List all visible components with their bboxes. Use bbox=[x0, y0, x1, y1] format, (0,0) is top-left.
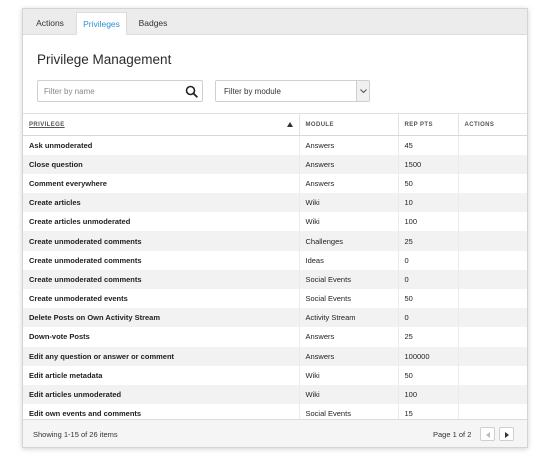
privileges-table: PRIVILEGE MODULE REP PTS ACTIONS Ask unm… bbox=[23, 113, 527, 424]
table-row[interactable]: Create unmoderated events Social Events 50 bbox=[23, 289, 527, 309]
table-body: Ask unmoderated Answers 45 Close question An… bbox=[23, 135, 527, 424]
privilege-cell: Create unmoderated comments bbox=[23, 250, 300, 270]
chevron-right-icon bbox=[505, 432, 509, 438]
privilege-cell: Close question bbox=[23, 154, 300, 174]
module-cell: Answers bbox=[299, 327, 399, 347]
column-header-privilege-label: PRIVILEGE bbox=[29, 121, 65, 128]
rep-pts-cell: 100000 bbox=[398, 346, 459, 366]
column-header-module[interactable]: MODULE bbox=[299, 113, 399, 136]
rep-pts-cell: 1500 bbox=[398, 154, 459, 174]
table-row[interactable]: Ask unmoderated Answers 45 bbox=[23, 135, 527, 155]
rep-pts-cell: 0 bbox=[398, 250, 459, 270]
rep-pts-cell: 10 bbox=[398, 193, 459, 213]
rep-pts-cell: 0 bbox=[398, 269, 459, 289]
table-row[interactable]: Comment everywhere Answers 50 bbox=[23, 173, 527, 194]
module-cell: Answers bbox=[299, 154, 399, 174]
actions-cell bbox=[458, 154, 527, 174]
privilege-cell: Edit article metadata bbox=[23, 365, 300, 385]
table-row[interactable]: Down-vote Posts Answers 25 bbox=[23, 327, 527, 347]
table-row[interactable]: Create unmoderated comments Ideas 0 bbox=[23, 250, 527, 270]
tab-privileges[interactable]: Privileges bbox=[76, 12, 127, 35]
privilege-cell: Create articles unmoderated bbox=[23, 212, 300, 232]
page-title: Privilege Management bbox=[37, 52, 172, 67]
actions-cell bbox=[458, 251, 527, 270]
module-cell: Social Events bbox=[299, 289, 399, 309]
search-icon[interactable] bbox=[185, 85, 198, 98]
actions-cell bbox=[458, 269, 527, 289]
module-cell: Wiki bbox=[299, 212, 399, 232]
rep-pts-cell: 100 bbox=[398, 384, 459, 405]
table-header-row: PRIVILEGE MODULE REP PTS ACTIONS bbox=[23, 113, 527, 136]
module-cell: Ideas bbox=[299, 250, 399, 270]
actions-cell bbox=[458, 308, 527, 328]
actions-cell bbox=[458, 289, 527, 308]
column-header-rep-pts[interactable]: REP PTS bbox=[398, 113, 459, 136]
sort-ascending-icon[interactable] bbox=[286, 122, 293, 127]
privilege-cell: Edit articles unmoderated bbox=[23, 384, 300, 405]
next-page-button[interactable] bbox=[499, 427, 514, 441]
table-row[interactable]: Create articles unmoderated Wiki 100 bbox=[23, 212, 527, 232]
module-cell: Wiki bbox=[299, 384, 399, 405]
rep-pts-cell: 25 bbox=[398, 231, 459, 251]
privilege-cell: Edit any question or answer or comment bbox=[23, 346, 300, 366]
module-cell: Challenges bbox=[299, 231, 399, 251]
actions-cell bbox=[458, 136, 527, 155]
actions-cell bbox=[458, 174, 527, 193]
column-header-privilege[interactable]: PRIVILEGE bbox=[23, 113, 300, 136]
actions-cell bbox=[458, 212, 527, 231]
module-cell: Answers bbox=[299, 346, 399, 366]
actions-cell bbox=[458, 366, 527, 385]
privilege-cell: Create unmoderated comments bbox=[23, 231, 300, 251]
module-cell: Answers bbox=[299, 173, 399, 194]
module-select-value: Filter by module bbox=[224, 87, 281, 96]
table-row[interactable]: Close question Answers 1500 bbox=[23, 154, 527, 174]
rep-pts-cell: 45 bbox=[398, 135, 459, 155]
rep-pts-cell: 100 bbox=[398, 212, 459, 232]
privileges-panel: Privilege Management Filter by module bbox=[23, 35, 527, 447]
column-header-actions: ACTIONS bbox=[458, 113, 527, 136]
privilege-cell: Delete Posts on Own Activity Stream bbox=[23, 308, 300, 328]
privilege-cell: Create unmoderated events bbox=[23, 289, 300, 309]
rep-pts-cell: 50 bbox=[398, 173, 459, 194]
module-cell: Wiki bbox=[299, 365, 399, 385]
table-row[interactable]: Edit any question or answer or comment An… bbox=[23, 346, 527, 366]
table-row[interactable]: Create unmoderated comments Social Events… bbox=[23, 269, 527, 289]
privilege-cell: Create articles bbox=[23, 193, 300, 213]
privilege-cell: Create unmoderated comments bbox=[23, 269, 300, 289]
items-count: Showing 1-15 of 26 items bbox=[33, 430, 118, 439]
rep-pts-cell: 50 bbox=[398, 365, 459, 385]
actions-cell bbox=[458, 384, 527, 405]
privilege-cell: Down-vote Posts bbox=[23, 327, 300, 347]
table-row[interactable]: Create unmoderated comments Challenges 25 bbox=[23, 231, 527, 251]
previous-page-button[interactable] bbox=[480, 427, 495, 441]
rep-pts-cell: 25 bbox=[398, 327, 459, 347]
module-cell: Answers bbox=[299, 135, 399, 155]
page-indicator: Page 1 of 2 bbox=[433, 430, 472, 439]
privilege-cell: Comment everywhere bbox=[23, 173, 300, 194]
table-row[interactable]: Edit article metadata Wiki 50 bbox=[23, 365, 527, 385]
chevron-left-icon bbox=[486, 432, 490, 438]
pagination-footer: Showing 1-15 of 26 items Page 1 of 2 bbox=[23, 419, 527, 447]
module-cell: Wiki bbox=[299, 193, 399, 213]
chevron-down-icon[interactable] bbox=[356, 81, 369, 101]
privileges-window: Actions Privileges Badges Privilege Mana… bbox=[22, 8, 528, 448]
module-cell: Activity Stream bbox=[299, 308, 399, 328]
tab-actions[interactable]: Actions bbox=[29, 12, 71, 35]
privilege-cell: Ask unmoderated bbox=[23, 135, 300, 155]
tab-badges[interactable]: Badges bbox=[131, 12, 175, 35]
table-row[interactable]: Delete Posts on Own Activity Stream Activ… bbox=[23, 308, 527, 328]
actions-cell bbox=[458, 346, 527, 366]
module-cell: Social Events bbox=[299, 269, 399, 289]
tab-bar: Actions Privileges Badges bbox=[23, 9, 527, 35]
table-row[interactable]: Edit articles unmoderated Wiki 100 bbox=[23, 384, 527, 405]
filter-by-module-select[interactable]: Filter by module bbox=[215, 80, 370, 102]
search-box bbox=[37, 80, 203, 102]
actions-cell bbox=[458, 231, 527, 251]
table-row[interactable]: Create articles Wiki 10 bbox=[23, 193, 527, 213]
actions-cell bbox=[458, 327, 527, 346]
rep-pts-cell: 50 bbox=[398, 289, 459, 309]
rep-pts-cell: 0 bbox=[398, 308, 459, 328]
actions-cell bbox=[458, 193, 527, 213]
filter-by-name-input[interactable] bbox=[38, 81, 178, 102]
